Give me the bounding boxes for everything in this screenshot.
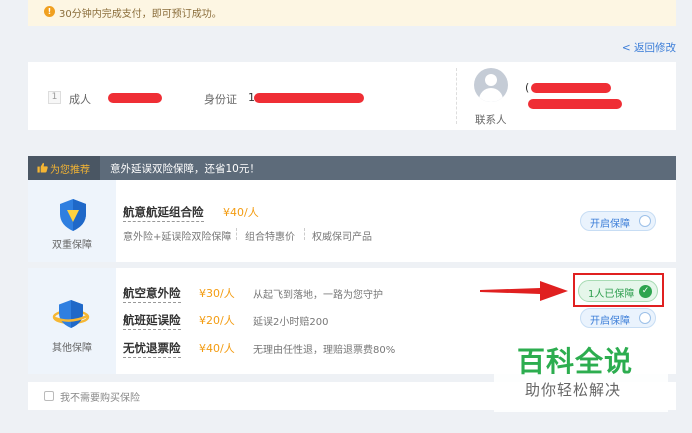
combo-enable-toggle[interactable]: 开启保障 [580, 211, 656, 231]
watermark-title: 百科全说 [517, 345, 634, 378]
highlight-box [573, 273, 664, 307]
insurance-price: ¥20/人 [199, 314, 235, 327]
contact-prefix: ( [525, 81, 530, 94]
combo-feature: 组合特惠价 [245, 232, 295, 243]
optout-checkbox[interactable] [44, 391, 54, 401]
redacted-contact-name [528, 99, 622, 109]
recommend-badge-label: 为您推荐 [50, 165, 90, 176]
id-label: 身份证 [204, 93, 237, 106]
insurance-name[interactable]: 无忧退票险 [123, 340, 181, 358]
recommend-header: 为您推荐 意外延误双险保障，还省10元！ [28, 156, 676, 180]
shield-icon [52, 300, 90, 328]
recommend-badge: 为您推荐 [28, 156, 100, 180]
toggle-circle-icon [639, 312, 651, 324]
passenger-index: 1 [48, 91, 61, 104]
insurance-desc: 从起飞到落地，一路为您守护 [253, 290, 383, 301]
insurance-name[interactable]: 航空意外险 [123, 285, 181, 303]
insurance-desc: 延误2小时赔200 [253, 317, 329, 328]
contact-avatar-icon [474, 68, 508, 102]
info-icon: ! [44, 6, 55, 17]
contact-label: 联系人 [475, 114, 507, 126]
divider [456, 68, 457, 124]
toggle-circle-icon [639, 215, 651, 227]
double-shield-icon [60, 199, 86, 231]
watermark: 百科全说 助你轻松解决 [494, 336, 668, 412]
passenger-card: 1 成人 身份证 1 联系人 ( [28, 62, 676, 130]
recommend-title: 意外延误双险保障，还省10元！ [110, 163, 260, 175]
insurance-name[interactable]: 航班延误险 [123, 312, 181, 330]
combo-category: 双重保障 [28, 180, 116, 262]
combo-insurance-card: 双重保障 航意航延组合险 ¥40/人 意外险+延误险双险保障 组合特惠价 权威保… [28, 180, 676, 262]
notice-text: 30分钟内完成支付，即可预订成功。 [59, 9, 222, 20]
enable-toggle[interactable]: 开启保障 [580, 308, 656, 328]
insurance-desc: 无理由任性退，理赔退票费80% [253, 345, 396, 356]
combo-name[interactable]: 航意航延组合险 [123, 204, 204, 222]
combo-price: ¥40/人 [223, 206, 259, 219]
insurance-price: ¥40/人 [199, 342, 235, 355]
redacted-phone [531, 83, 611, 93]
combo-feature: 意外险+延误险双险保障 [123, 232, 232, 243]
redacted-name [108, 93, 162, 103]
insurance-price: ¥30/人 [199, 287, 235, 300]
combo-category-label: 双重保障 [52, 240, 92, 251]
watermark-subtitle: 助你轻松解决 [525, 381, 622, 399]
redacted-id [254, 93, 364, 103]
thumbs-up-icon [37, 162, 48, 173]
arrow-right-icon [480, 281, 568, 301]
passenger-type: 成人 [69, 93, 91, 106]
optout-label[interactable]: 我不需要购买保险 [60, 389, 140, 404]
others-category-label: 其他保障 [52, 343, 92, 354]
combo-feature: 权威保司产品 [312, 232, 372, 243]
others-category: 其他保障 [28, 268, 116, 374]
back-to-edit-link[interactable]: < 返回修改 [622, 40, 676, 55]
payment-notice: ! 30分钟内完成支付，即可预订成功。 [28, 0, 676, 26]
